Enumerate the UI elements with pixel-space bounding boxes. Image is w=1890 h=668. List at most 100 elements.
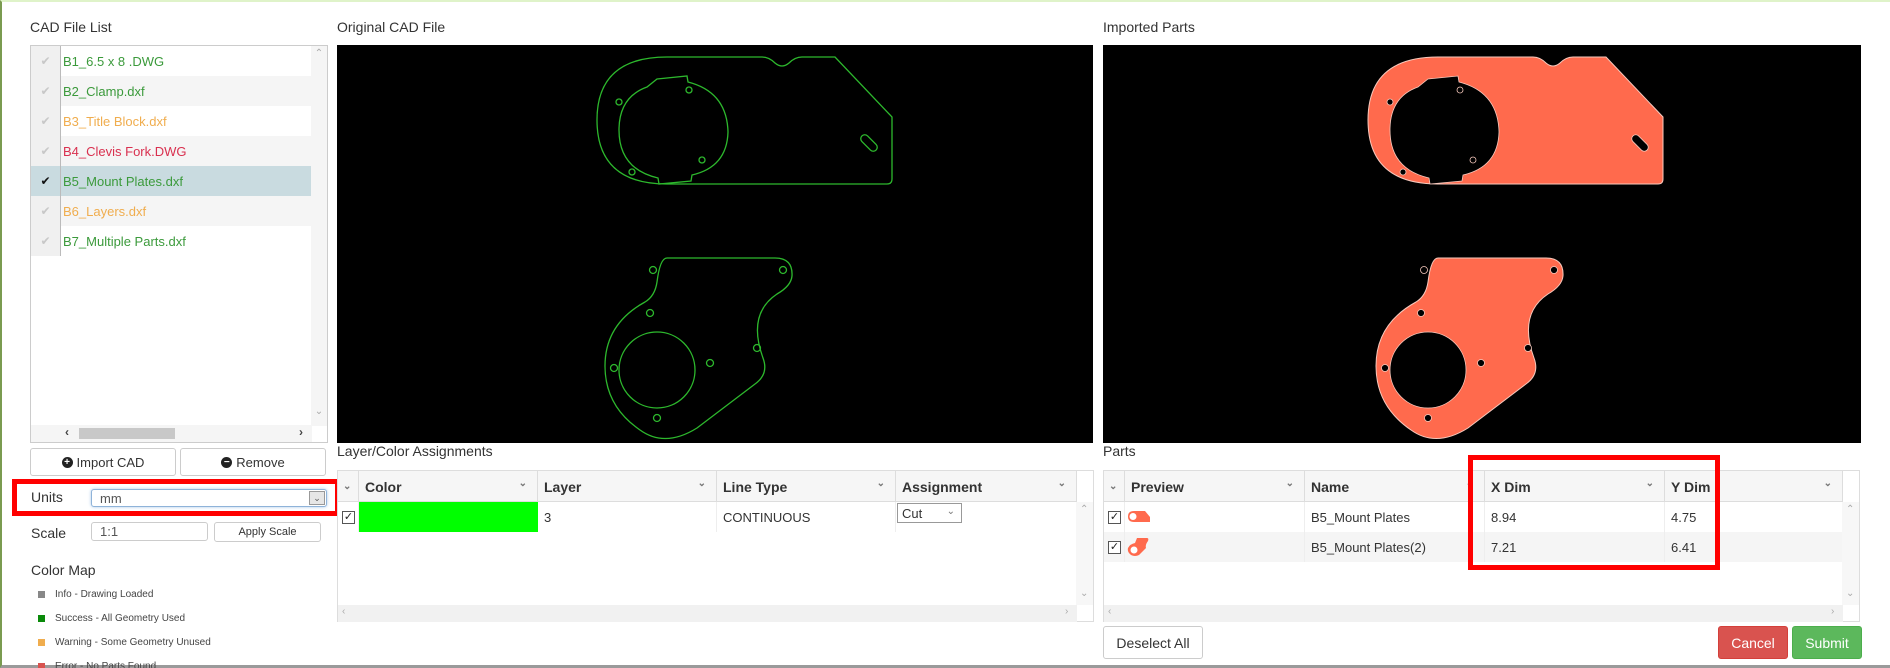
part-name-cell: B5_Mount Plates [1305, 502, 1485, 532]
file-list-item[interactable]: ✔ B5_Mount Plates.dxf [31, 166, 312, 196]
mount-hole [778, 265, 788, 275]
plus-circle-icon: + [61, 456, 73, 468]
scroll-right-icon[interactable]: › [1065, 606, 1068, 617]
chevron-down-icon[interactable]: ⌄ [877, 478, 885, 489]
chevron-down-icon[interactable]: ⌄ [309, 491, 325, 505]
scale-input[interactable]: 1:1 [91, 522, 208, 541]
scroll-up-icon[interactable]: ⌃ [1846, 504, 1854, 515]
scroll-up-icon[interactable]: ⌃ [311, 48, 327, 59]
part-2-outline [604, 257, 793, 440]
file-list-horizontal-scrollbar[interactable]: ‹ › [31, 425, 312, 442]
mount-hole [628, 168, 636, 176]
file-list-item[interactable]: ✔ B6_Layers.dxf [31, 196, 312, 226]
column-header-name[interactable]: Name ⌄ [1305, 471, 1485, 502]
parts-grid-vertical-scrollbar[interactable]: ⌃ ⌄ [1842, 502, 1859, 605]
check-icon[interactable]: ✔ [31, 196, 61, 226]
column-header-layer[interactable]: Layer ⌄ [538, 471, 717, 502]
column-header-line-type[interactable]: Line Type ⌄ [717, 471, 896, 502]
color-map-item: Success - All Geometry Used [38, 613, 185, 624]
file-list-item[interactable]: ✔ B1_6.5 x 8 .DWG [31, 46, 312, 76]
check-icon[interactable]: ✔ [31, 76, 61, 106]
scroll-up-icon[interactable]: ⌃ [1080, 504, 1088, 515]
scroll-left-icon[interactable]: ‹ [342, 606, 345, 617]
mount-hole [1386, 98, 1394, 106]
import-cad-button[interactable]: + Import CAD [30, 448, 176, 476]
scroll-right-icon[interactable]: › [299, 425, 303, 439]
color-map-item: Error - No Parts Found [38, 661, 156, 668]
part-preview-thumbnail [1127, 538, 1149, 556]
remove-button[interactable]: − Remove [180, 448, 326, 476]
color-swatch-icon [38, 591, 45, 598]
chevron-down-icon[interactable]: ⌄ [519, 478, 527, 489]
mount-hole [1469, 156, 1477, 164]
assignment-value: Cut [902, 505, 923, 521]
check-icon[interactable]: ✔ [31, 46, 61, 76]
scroll-right-icon[interactable]: › [1831, 606, 1834, 617]
scroll-down-icon[interactable]: ⌄ [1846, 588, 1854, 599]
mount-hole [1424, 414, 1432, 422]
remove-label: Remove [236, 454, 285, 470]
parts-grid-horizontal-scrollbar[interactable]: ‹ › [1104, 605, 1843, 622]
mount-hole [1417, 309, 1425, 317]
chevron-down-icon[interactable]: ⌄ [1286, 478, 1294, 489]
chevron-down-icon[interactable]: ⌄ [1824, 478, 1832, 489]
row-checkbox-cell[interactable]: ✓ [1104, 502, 1125, 532]
table-row[interactable]: ✓ 3 CONTINUOUS Cut ⌄ [338, 502, 1077, 532]
units-select[interactable]: mm ⌄ [91, 489, 327, 507]
layer-grid-horizontal-scrollbar[interactable]: ‹ › [338, 605, 1077, 622]
file-list-item[interactable]: ✔ B7_Multiple Parts.dxf [31, 226, 312, 256]
scale-value: 1:1 [100, 524, 119, 539]
check-icon[interactable]: ✔ [31, 106, 61, 136]
row-checkbox[interactable]: ✓ [1108, 510, 1121, 524]
part-2-bore [1389, 331, 1467, 409]
color-swatch-icon [38, 639, 45, 646]
row-select-column[interactable]: ⌄ [338, 471, 359, 502]
check-icon[interactable]: ✔ [31, 166, 61, 196]
column-header-preview[interactable]: Preview ⌄ [1125, 471, 1305, 502]
check-icon[interactable]: ✔ [31, 226, 61, 256]
file-name: B3_Title Block.dxf [63, 113, 167, 129]
chevron-down-icon[interactable]: ⌄ [343, 481, 351, 492]
column-header-color[interactable]: Color ⌄ [359, 471, 538, 502]
deselect-all-button[interactable]: Deselect All [1103, 626, 1203, 659]
apply-scale-button[interactable]: Apply Scale [214, 522, 321, 542]
row-select-column[interactable]: ⌄ [1104, 471, 1125, 502]
color-map-label: Info - Drawing Loaded [55, 589, 154, 600]
original-cad-canvas[interactable] [337, 45, 1093, 443]
file-list-item[interactable]: ✔ B4_Clevis Fork.DWG [31, 136, 312, 166]
file-list-item[interactable]: ✔ B3_Title Block.dxf [31, 106, 312, 136]
chevron-down-icon[interactable]: ⌄ [947, 506, 955, 517]
chevron-down-icon[interactable]: ⌄ [698, 478, 706, 489]
scroll-down-icon[interactable]: ⌄ [311, 406, 327, 417]
layer-color-swatch[interactable] [359, 502, 538, 532]
file-list-item[interactable]: ✔ B2_Clamp.dxf [31, 76, 312, 106]
chevron-down-icon[interactable]: ⌄ [1109, 481, 1117, 492]
submit-button[interactable]: Submit [1792, 626, 1862, 659]
row-checkbox-cell[interactable]: ✓ [338, 502, 359, 532]
mount-hole [705, 358, 715, 368]
preview-cell [1125, 532, 1305, 562]
cancel-button[interactable]: Cancel [1718, 626, 1788, 659]
part-name-cell: B5_Mount Plates(2) [1305, 532, 1485, 562]
scroll-left-icon[interactable]: ‹ [1108, 606, 1111, 617]
cad-file-list[interactable]: ✔ B1_6.5 x 8 .DWG ✔ B2_Clamp.dxf ✔ B3_Title B… [30, 45, 328, 443]
assignment-select[interactable]: Cut ⌄ [897, 503, 962, 523]
layer-grid-vertical-scrollbar[interactable]: ⌃ ⌄ [1076, 502, 1093, 605]
row-checkbox-cell[interactable]: ✓ [1104, 532, 1125, 562]
check-icon[interactable]: ✔ [31, 136, 61, 166]
imported-parts-canvas[interactable] [1103, 45, 1861, 443]
mount-hole [615, 98, 623, 106]
scrollbar-thumb[interactable] [79, 428, 175, 439]
row-checkbox[interactable]: ✓ [342, 510, 355, 524]
part-1-bore [618, 75, 729, 185]
column-header-assignment[interactable]: Assignment ⌄ [896, 471, 1077, 502]
chevron-down-icon[interactable]: ⌄ [1058, 478, 1066, 489]
slot-hole [860, 134, 878, 152]
scroll-down-icon[interactable]: ⌄ [1080, 588, 1088, 599]
scroll-left-icon[interactable]: ‹ [65, 425, 69, 439]
file-name: B4_Clevis Fork.DWG [63, 143, 187, 159]
file-list-vertical-scrollbar[interactable]: ⌃ ⌄ [311, 46, 327, 426]
mount-hole [1381, 364, 1389, 372]
mount-hole [1420, 266, 1428, 274]
row-checkbox[interactable]: ✓ [1108, 540, 1121, 554]
